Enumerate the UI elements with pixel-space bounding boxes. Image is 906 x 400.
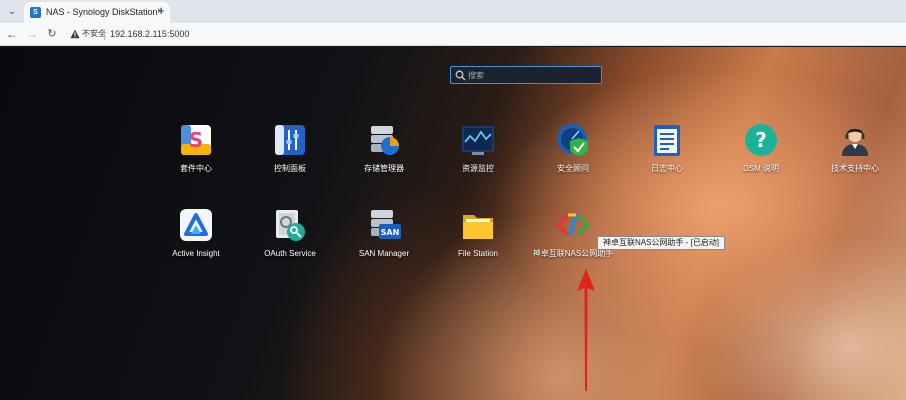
app-support-center[interactable]: 技术支持中心 bbox=[810, 122, 900, 184]
app-resource-monitor[interactable]: 资源监控 bbox=[433, 122, 523, 184]
file-station-icon bbox=[463, 215, 493, 239]
app-label: 安全顾问 bbox=[557, 164, 589, 173]
app-label: 存储管理器 bbox=[364, 164, 404, 173]
support-center-icon bbox=[842, 128, 868, 156]
app-log-center[interactable]: 日志中心 bbox=[622, 122, 712, 184]
control-panel-icon bbox=[275, 125, 305, 155]
san-manager-icon: SAN bbox=[371, 210, 401, 239]
app-label: OAuth Service bbox=[264, 249, 316, 258]
app-label: File Station bbox=[457, 249, 499, 258]
app-dsm-help[interactable]: ? DSM 说明 bbox=[716, 122, 806, 184]
synology-favicon-icon: S bbox=[30, 7, 41, 18]
oauth-service-icon bbox=[276, 210, 305, 241]
forward-button[interactable]: → bbox=[24, 26, 40, 42]
browser-tab-bar: ⌄ S NAS - Synology DiskStation × + bbox=[0, 0, 906, 23]
app-label: 技术支持中心 bbox=[831, 164, 879, 173]
app-file-station[interactable]: File Station bbox=[433, 207, 523, 269]
dsm-desktop: S 套件中心 控制面板 存储管理器 资源监控 bbox=[0, 47, 906, 400]
svg-text:S: S bbox=[189, 128, 203, 152]
back-button[interactable]: ← bbox=[4, 26, 20, 42]
url-text[interactable]: 192.168.2.115:5000 bbox=[110, 27, 189, 41]
active-insight-icon bbox=[180, 209, 212, 241]
log-center-icon bbox=[654, 125, 680, 156]
tab-title: NAS - Synology DiskStation bbox=[46, 7, 158, 17]
security-advisor-icon bbox=[557, 124, 588, 156]
app-security-advisor[interactable]: 安全顾问 bbox=[528, 122, 618, 184]
search-input[interactable] bbox=[468, 68, 598, 82]
app-label: 资源监控 bbox=[462, 164, 494, 173]
resource-monitor-icon bbox=[462, 126, 494, 155]
app-label: 套件中心 bbox=[180, 164, 212, 173]
app-tooltip: 神卓互联NAS公网助手 - [已启动] bbox=[597, 236, 726, 250]
shenzhuo-nas-icon bbox=[556, 213, 590, 237]
san-badge-text: SAN bbox=[381, 228, 400, 237]
tab-search-dropdown[interactable]: ⌄ bbox=[4, 4, 20, 19]
search-icon bbox=[455, 70, 466, 81]
search-box[interactable] bbox=[450, 66, 602, 84]
svg-text:?: ? bbox=[755, 128, 767, 152]
address-bar[interactable]: 不安全 192.168.2.115:5000 bbox=[64, 26, 902, 43]
reload-button[interactable]: ↻ bbox=[44, 26, 60, 42]
browser-toolbar: ← → ↻ 不安全 192.168.2.115:5000 bbox=[0, 23, 906, 46]
address-separator bbox=[104, 29, 105, 40]
app-label: 神卓互联NAS公网助手 bbox=[532, 249, 614, 258]
app-label: DSM 说明 bbox=[743, 164, 779, 173]
warning-triangle-icon bbox=[70, 29, 80, 39]
app-label: SAN Manager bbox=[358, 249, 410, 258]
app-san-manager[interactable]: SAN SAN Manager bbox=[339, 207, 429, 269]
app-control-panel[interactable]: 控制面板 bbox=[245, 122, 335, 184]
package-center-icon: S bbox=[181, 125, 211, 155]
red-arrow-annotation bbox=[577, 269, 595, 391]
app-label: 日志中心 bbox=[651, 164, 683, 173]
app-active-insight[interactable]: Active Insight bbox=[151, 207, 241, 269]
app-storage-manager[interactable]: 存储管理器 bbox=[339, 122, 429, 184]
new-tab-button[interactable]: + bbox=[153, 3, 169, 19]
security-status-label[interactable]: 不安全 bbox=[82, 28, 106, 40]
browser-tab[interactable]: S NAS - Synology DiskStation × bbox=[24, 2, 170, 23]
app-label: Active Insight bbox=[172, 249, 220, 258]
dsm-help-icon: ? bbox=[745, 124, 777, 156]
app-oauth-service[interactable]: OAuth Service bbox=[245, 207, 335, 269]
storage-manager-icon bbox=[371, 126, 399, 155]
app-label: 控制面板 bbox=[274, 164, 306, 173]
app-package-center[interactable]: S 套件中心 bbox=[151, 122, 241, 184]
